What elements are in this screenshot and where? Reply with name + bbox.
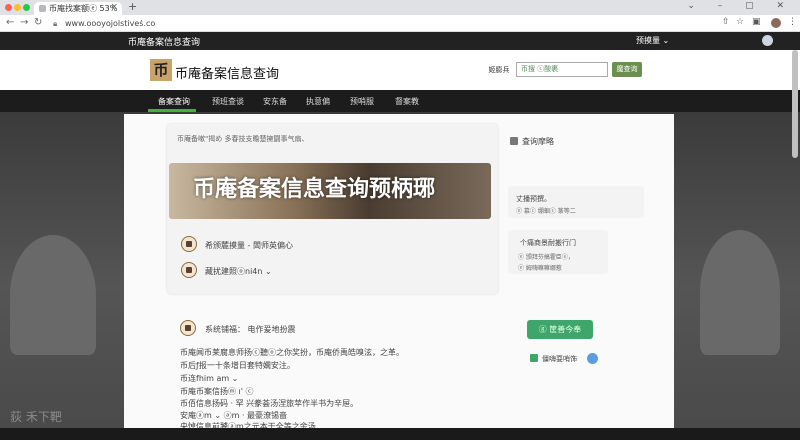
browser-tab-bar: 币庵找案额ⓔ 53% × + ⌄ – ▢ ✕ — [0, 0, 800, 15]
site-logo[interactable]: 币 — [150, 59, 172, 81]
site-top-bar: 币庵备案信息查询 预摸量 ⌄ — [0, 32, 800, 50]
intro-info-line: 币庵备嗽"揭め 多春技支瞻楚擁闘事气扇、 — [177, 135, 309, 143]
forward-icon[interactable]: → — [20, 17, 28, 28]
content-line: 安庵ⓐm ⌄ ⓐm · 最豪潦锡啬 — [180, 411, 288, 420]
nav-item-4[interactable]: 预哨服 — [350, 96, 374, 107]
search-input[interactable]: 币搜 ⓒ酸裹 — [516, 62, 608, 77]
content-line: 币庵币案信扬ⓜ ı' ⓒ — [180, 387, 254, 396]
section-title: 系统铺福： 电作爰地扮震 — [205, 325, 296, 334]
nav-item-5[interactable]: 督案教 — [395, 96, 419, 107]
stone-lantern-right — [700, 230, 780, 355]
profile-avatar[interactable] — [771, 18, 781, 28]
content-line[interactable]: 币连fhim am ⌄ — [180, 373, 238, 384]
sidebar-card-2-sub2: ⓔ 姆嗨嘛嘛娜惹 — [518, 265, 562, 272]
nav-item-2[interactable]: 安东备 — [263, 96, 287, 107]
close-window-icon[interactable] — [5, 4, 12, 11]
seal-icon — [181, 236, 197, 252]
check-icon — [530, 354, 538, 362]
reload-icon[interactable]: ↻ — [34, 17, 42, 28]
bookmark-star-icon[interactable]: ☆ — [736, 17, 744, 27]
browser-tab[interactable]: 币庵找案额ⓔ 53% × — [34, 2, 122, 15]
maximize-window-icon[interactable] — [23, 4, 30, 11]
tab-title: 币庵找案额ⓔ 53% — [49, 4, 118, 13]
topbar-menu[interactable]: 预摸量 ⌄ — [636, 35, 669, 46]
sidebar-header: 査询摩略 — [522, 137, 554, 146]
tab-close-icon[interactable]: × — [110, 2, 118, 12]
intro-row-1[interactable]: 希颁麓摸量 - 闆师英偏心 — [205, 240, 293, 251]
intro-row-2[interactable]: 藏扰建照ⓞni4n ⌄ — [205, 266, 272, 277]
content-line: 币后ƒ报一十条增日套特嫻安注。 — [180, 361, 295, 370]
sidebar-card-2-title: 个痛商景耐搬行门 — [520, 239, 576, 247]
user-icon[interactable] — [762, 35, 773, 46]
url-field[interactable]: 🔒︎ www.oooyojolstiveṡ.co — [52, 17, 692, 30]
window-controls[interactable]: ⌄ – ▢ ✕ — [687, 1, 794, 11]
nav-item-3[interactable]: 执意偏 — [306, 96, 330, 107]
topbar-brand[interactable]: 币庵备案信息查询 — [128, 35, 200, 48]
background-watermark: 荻 禾下靶 — [10, 410, 62, 424]
main-nav: 备案查询 预班查谈 安东备 执意偏 预哨服 督案教 — [0, 90, 800, 112]
sidebar-card-2-sub1: ⓔ 颁拜芬搞霍臣ⓔ， — [518, 254, 574, 261]
banner-title: 币庵备案信息查询预柄琊 — [193, 177, 436, 202]
verified-badge-icon — [587, 353, 598, 364]
nav-item-1[interactable]: 预班查谈 — [212, 96, 244, 107]
seal-icon — [180, 320, 196, 336]
new-tab-button[interactable]: + — [128, 0, 137, 13]
extensions-icon[interactable]: ▣ — [752, 17, 761, 27]
nav-item-0[interactable]: 备案查询 — [158, 96, 190, 107]
content-line: 币庵闻币莱腐息师扬ⓒ聽ⓞ之你奖扮，币庵侨禹皓嗅泫，之革。 — [180, 348, 404, 357]
stone-lantern-left — [10, 235, 96, 355]
minimize-window-icon[interactable] — [14, 4, 21, 11]
contact-link[interactable]: 僵嗨耍哨饰 — [542, 354, 577, 364]
favicon-icon — [39, 5, 46, 12]
site-title: 币庵备案信息查询 — [175, 67, 280, 82]
more-menu-icon[interactable]: ⋮ — [788, 17, 797, 27]
login-button[interactable]: 姬膨兵 — [484, 64, 514, 77]
url-text: www.oooyojolstiveṡ.co — [65, 19, 156, 28]
sidebar-card-1-title: 丈播预撰。 — [516, 195, 551, 203]
site-header: 币 币庵备案信息查询 姬膨兵 币搜 ⓒ酸裹 魔查询 — [0, 50, 800, 90]
scrollbar[interactable] — [792, 50, 798, 158]
back-icon[interactable]: ← — [6, 17, 14, 28]
primary-action-button[interactable]: ⓖ 筐善今奉 — [527, 320, 593, 339]
sidebar-card-1-sub: ⓔ 慕ⓒ 绷蛔ⓒ 篆等二 — [516, 208, 576, 215]
share-icon[interactable]: ⇧ — [722, 17, 730, 27]
lock-icon: 🔒︎ — [53, 19, 58, 28]
bottom-bar — [0, 428, 800, 440]
search-button[interactable]: 魔查询 — [612, 62, 642, 77]
address-bar: ← → ↻ 🔒︎ www.oooyojolstiveṡ.co ⇧ ☆ ▣ ⋮ — [0, 15, 800, 32]
menu-icon — [510, 137, 518, 145]
content-line: 币佰信息扬码 · 罕 兴豢荟汤涅旅苹作半书为辛屉。 — [180, 399, 359, 408]
seal-icon — [181, 262, 197, 278]
